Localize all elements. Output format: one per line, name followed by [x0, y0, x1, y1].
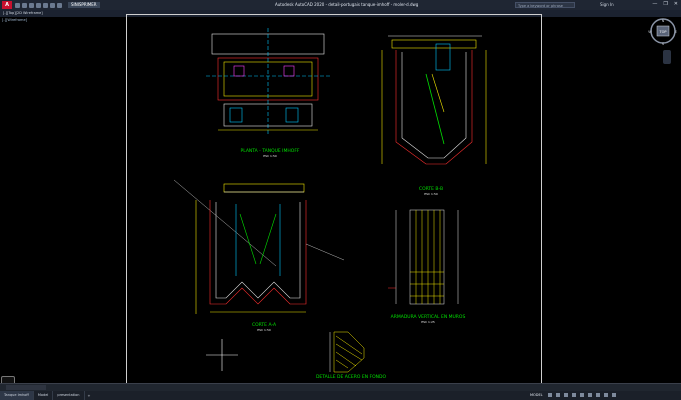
- save-icon[interactable]: [29, 2, 34, 8]
- viewcube-w: W: [648, 30, 652, 34]
- leader-line: [173, 179, 277, 267]
- status-toggles: [548, 393, 616, 397]
- crosshair-cursor: [206, 339, 238, 371]
- osnap-icon[interactable]: [580, 393, 584, 397]
- grid-icon[interactable]: [548, 393, 552, 397]
- planta-scale: ESC 1:50: [263, 154, 277, 158]
- viewcube-top-label: TOP: [658, 30, 666, 34]
- detalle-title: DETALLE DE ACERO EN FONDO: [316, 374, 386, 380]
- close-button[interactable]: ✕: [674, 1, 678, 7]
- corte-bb-scale: ESC 1:50: [424, 192, 438, 196]
- visual-style-label[interactable]: [-][Wireframe]: [2, 18, 27, 22]
- autocad-logo-icon[interactable]: A: [2, 1, 12, 9]
- status-bar: Tanque Imhoff Model presentation + MODEL: [0, 391, 681, 400]
- polar-icon[interactable]: [572, 393, 576, 397]
- command-input[interactable]: [6, 385, 46, 390]
- corte-bb-walls: [395, 50, 473, 165]
- layout-tab-presentation[interactable]: presentation: [53, 391, 85, 400]
- viewcube-e: E: [675, 30, 677, 34]
- title-bar: A SINISPRIMER Autodesk AutoCAD 2020 - de…: [0, 0, 681, 10]
- sign-in-link[interactable]: Sign In: [600, 2, 614, 7]
- window-controls: — ❐ ✕: [652, 1, 678, 7]
- armadura-view: [388, 209, 459, 305]
- corte-bb-view: [381, 35, 487, 165]
- viewcube[interactable]: TOP N S W E: [648, 16, 678, 46]
- model-space-indicator[interactable]: MODEL: [530, 393, 543, 397]
- workspace-switcher[interactable]: SINISPRIMER: [68, 2, 100, 8]
- navigation-bar[interactable]: [663, 50, 671, 64]
- drawing-canvas[interactable]: PLANTA - TANQUE IMHOFF ESC 1:50 CORTE B-…: [126, 14, 542, 384]
- ortho-icon[interactable]: [564, 393, 568, 397]
- planta-view: [206, 28, 332, 134]
- workspace-icon[interactable]: [604, 393, 608, 397]
- layout-tab-tanque[interactable]: Tanque Imhoff: [0, 391, 34, 400]
- minimize-button[interactable]: —: [652, 1, 657, 7]
- customize-icon[interactable]: [612, 393, 616, 397]
- corte-aa-view: [173, 179, 345, 314]
- undo-icon[interactable]: [50, 2, 55, 8]
- add-layout-button[interactable]: +: [85, 394, 94, 398]
- corte-aa-scale: ESC 1:50: [257, 328, 271, 332]
- railing: [223, 183, 305, 193]
- layout-tab-model[interactable]: Model: [34, 391, 54, 400]
- redo-icon[interactable]: [57, 2, 62, 8]
- open-icon[interactable]: [22, 2, 27, 8]
- new-icon[interactable]: [15, 2, 20, 8]
- lineweight-icon[interactable]: [588, 393, 592, 397]
- planta-pipe-2: [285, 107, 299, 123]
- quick-access-toolbar: [15, 2, 62, 8]
- annotation-scale-icon[interactable]: [596, 393, 600, 397]
- planta-pipe-1: [229, 107, 243, 123]
- window-title: Autodesk AutoCAD 2020 - detail-portugais…: [275, 2, 419, 7]
- planta-opening-2: [283, 65, 295, 77]
- snap-icon[interactable]: [556, 393, 560, 397]
- detalle-view: [329, 331, 365, 373]
- armadura-wall: [409, 209, 445, 305]
- armadura-scale: ESC 1:25: [421, 320, 435, 324]
- saveas-icon[interactable]: [36, 2, 41, 8]
- search-input[interactable]: Type a keyword or phrase: [515, 2, 575, 8]
- viewcube-n: N: [662, 19, 665, 23]
- print-icon[interactable]: [43, 2, 48, 8]
- corte-aa-walls: [209, 200, 307, 305]
- maximize-button[interactable]: ❐: [663, 1, 667, 7]
- planta-opening-1: [233, 65, 245, 77]
